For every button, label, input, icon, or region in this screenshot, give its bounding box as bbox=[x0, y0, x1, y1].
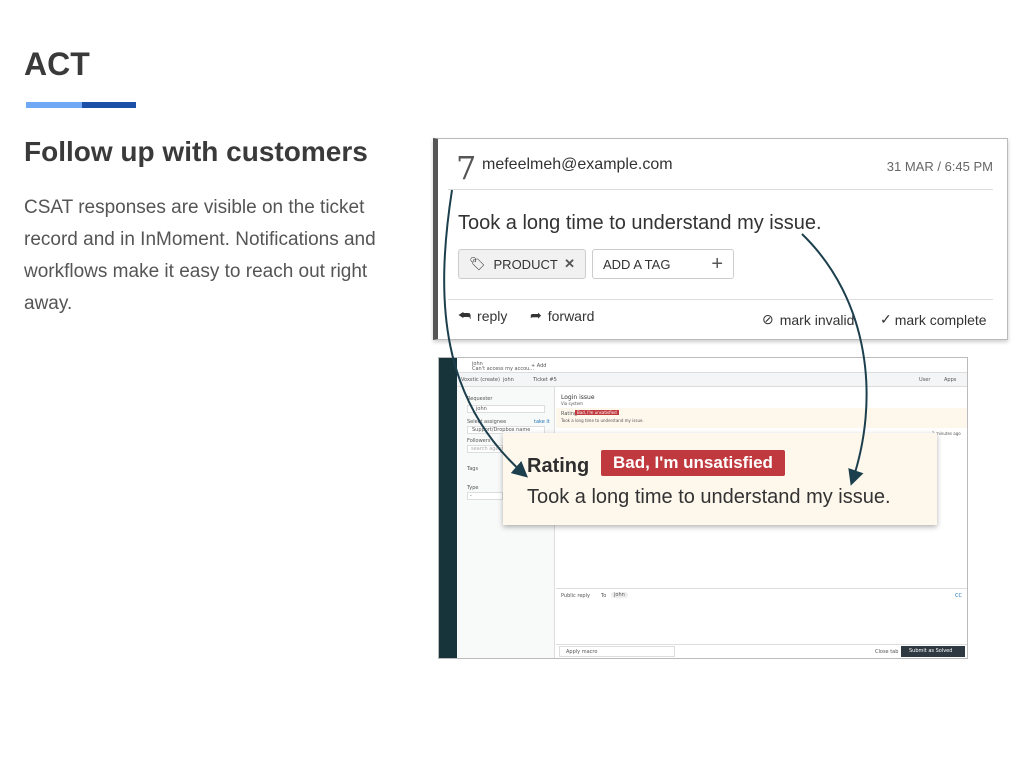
rating-badge: Bad, I'm unsatisfied bbox=[575, 410, 619, 415]
ticket-via: Via system bbox=[561, 401, 583, 406]
take-it-link[interactable]: take it bbox=[534, 419, 550, 425]
assignee-label: Select assignee bbox=[467, 419, 507, 425]
check-icon: ✓ bbox=[880, 311, 892, 327]
requester-label: Requester bbox=[467, 396, 493, 402]
tab-subject: Can't access my accou... bbox=[472, 366, 535, 372]
slide-title: ACT bbox=[24, 46, 90, 82]
ticket-title: Login issue bbox=[561, 394, 595, 401]
add-tab-button[interactable]: + Add bbox=[531, 363, 546, 369]
rating-comment: Took a long time to understand my issue. bbox=[561, 418, 644, 423]
type-select[interactable]: - bbox=[467, 492, 503, 500]
add-tag-label: ADD A TAG bbox=[603, 256, 671, 272]
rating-label: Rating bbox=[527, 455, 590, 477]
response-date: 31 MAR / 6:45 PM bbox=[886, 159, 993, 174]
tag-label: PRODUCT bbox=[493, 256, 558, 272]
ban-icon: ⊘ bbox=[762, 311, 774, 327]
apps-button[interactable]: Apps bbox=[944, 377, 956, 383]
divider bbox=[448, 299, 993, 300]
mark-invalid-button[interactable]: ⊘ mark invalid bbox=[762, 311, 854, 328]
to-label: To bbox=[601, 593, 607, 599]
rating-badge: Bad, I'm unsatisfied bbox=[601, 450, 785, 476]
cc-link[interactable]: CC bbox=[955, 593, 962, 599]
reply-label: reply bbox=[477, 307, 508, 324]
mark-complete-label: mark complete bbox=[894, 311, 987, 328]
slide-description: CSAT responses are visible on the ticket… bbox=[24, 197, 376, 314]
tags-label: Tags bbox=[467, 466, 479, 472]
public-reply-dropdown[interactable]: Public reply bbox=[561, 593, 590, 599]
type-label: Type bbox=[467, 485, 479, 491]
requester-field[interactable]: john bbox=[467, 405, 545, 413]
remove-tag-icon[interactable]: ✕ bbox=[564, 256, 575, 272]
user-button[interactable]: User bbox=[919, 377, 930, 383]
feedback-card: 7 mefeelmeh@example.com 31 MAR / 6:45 PM… bbox=[433, 138, 1008, 340]
submit-button[interactable]: Submit as Solved bbox=[901, 646, 965, 657]
rating-comment: Took a long time to understand my issue. bbox=[527, 486, 891, 508]
mark-invalid-label: mark invalid bbox=[779, 311, 855, 328]
apply-macro-select[interactable]: Apply macro bbox=[559, 646, 675, 657]
accent-bar-dark bbox=[82, 102, 136, 108]
tag-icon: 🏷 bbox=[469, 256, 486, 271]
divider bbox=[448, 189, 993, 190]
breadcrumb-ticket[interactable]: Ticket #5 bbox=[533, 377, 557, 383]
followers-label: Followers bbox=[467, 438, 491, 444]
forward-button[interactable]: ➦ forward bbox=[530, 307, 594, 324]
reply-button[interactable]: ⮪ reply bbox=[458, 307, 507, 324]
customer-email: mefeelmeh@example.com bbox=[482, 156, 673, 173]
score: 7 bbox=[456, 149, 477, 187]
breadcrumb-user[interactable]: john bbox=[503, 377, 514, 383]
tag-product[interactable]: 🏷 PRODUCT ✕ bbox=[458, 249, 586, 279]
slide-heading: Follow up with customers bbox=[24, 136, 368, 167]
recipient-chip[interactable]: john bbox=[611, 592, 628, 598]
mark-complete-button[interactable]: ✓ mark complete bbox=[880, 311, 987, 328]
add-tag-button[interactable]: ADD A TAG + bbox=[592, 249, 734, 279]
app-sidebar bbox=[439, 358, 457, 658]
feedback-message: Took a long time to understand my issue. bbox=[458, 212, 822, 234]
accent-bar-light bbox=[26, 102, 82, 108]
forward-icon: ➦ bbox=[530, 307, 542, 323]
forward-label: forward bbox=[547, 307, 595, 324]
rating-callout: Rating Bad, I'm unsatisfied Took a long … bbox=[503, 433, 937, 525]
breadcrumb-org[interactable]: Voxstic (create) bbox=[461, 377, 500, 383]
plus-icon: + bbox=[711, 252, 723, 275]
close-tab-dropdown[interactable]: Close tab bbox=[875, 649, 898, 655]
reply-icon: ⮪ bbox=[458, 307, 472, 323]
